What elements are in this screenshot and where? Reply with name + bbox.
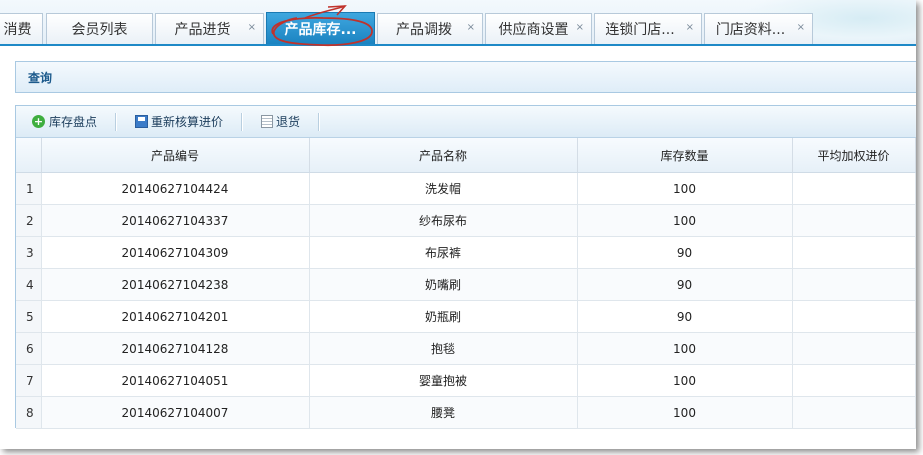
- cell-product-code: 20140627104051: [41, 364, 310, 397]
- tab-supplier-settings[interactable]: 供应商设置 ×: [485, 13, 592, 44]
- table-row[interactable]: 5 20140627104201 奶瓶刷 90: [16, 300, 916, 333]
- cell-product-code: 20140627104007: [41, 396, 310, 429]
- cell-avg-price: [792, 204, 916, 237]
- grid-toolbar: + 库存盘点 重新核算进价 退货: [16, 106, 916, 138]
- close-icon[interactable]: ×: [576, 22, 584, 33]
- toolbar-separator: [241, 112, 244, 131]
- column-header-avg-price[interactable]: 平均加权进价: [792, 138, 916, 173]
- inventory-table: 产品编号 产品名称 库存数量 平均加权进价 1 20140627104424 洗发帽…: [16, 138, 916, 429]
- cell-product-name: 洗发帽: [309, 172, 578, 205]
- cell-product-name: 纱布尿布: [309, 204, 578, 237]
- tab-strip-underline: [0, 44, 916, 46]
- cell-avg-price: [792, 172, 916, 205]
- cell-product-name: 抱毯: [309, 332, 578, 365]
- recalculate-price-label: 重新核算进价: [151, 115, 224, 129]
- cell-avg-price: [792, 300, 916, 333]
- tab-chain-stores[interactable]: 连锁门店... ×: [594, 13, 702, 44]
- tab-label: 产品调拨: [396, 22, 452, 38]
- close-icon[interactable]: ×: [467, 22, 475, 33]
- tab-label: 产品进货: [174, 22, 231, 38]
- table-row[interactable]: 2 20140627104337 纱布尿布 100: [16, 204, 916, 237]
- cell-product-code: 20140627104337: [41, 204, 310, 237]
- toolbar-separator: [115, 112, 118, 131]
- tab-label: 供应商设置: [498, 22, 569, 38]
- recalculate-price-button[interactable]: 重新核算进价: [131, 111, 227, 133]
- app-window: 消费 会员列表 产品进货 × 产品库存... 产品调拨 × 供应商设置 × 连锁…: [0, 0, 916, 449]
- cell-avg-price: [792, 332, 916, 365]
- row-number-header: [16, 138, 42, 173]
- row-number: 1: [16, 172, 42, 205]
- tab-label: 连锁门店...: [605, 22, 675, 38]
- close-icon[interactable]: ×: [686, 22, 694, 33]
- add-circle-icon: +: [32, 115, 45, 128]
- cell-stock-qty: 100: [577, 364, 793, 397]
- toolbar-separator: [318, 112, 321, 131]
- row-number: 7: [16, 364, 42, 397]
- tab-product-transfer[interactable]: 产品调拨 ×: [377, 13, 483, 44]
- cell-stock-qty: 90: [577, 268, 793, 301]
- tab-label: 门店资料...: [715, 22, 786, 38]
- cell-product-name: 腰凳: [309, 396, 578, 429]
- inventory-grid: + 库存盘点 重新核算进价 退货 产品编号 产品名称 库存数量 平均加权进价 1…: [15, 105, 916, 429]
- cell-avg-price: [792, 364, 916, 397]
- document-icon: [261, 115, 274, 128]
- cell-product-name: 奶嘴刷: [309, 268, 578, 301]
- cell-avg-price: [792, 268, 916, 301]
- table-row[interactable]: 4 20140627104238 奶嘴刷 90: [16, 268, 916, 301]
- cell-avg-price: [792, 236, 916, 269]
- query-panel-header[interactable]: 查询: [15, 61, 916, 93]
- tab-label: 产品库存...: [284, 22, 357, 38]
- query-title: 查询: [28, 70, 53, 85]
- return-goods-button[interactable]: 退货: [257, 111, 304, 133]
- return-goods-label: 退货: [276, 115, 301, 129]
- tab-label: 会员列表: [71, 22, 128, 38]
- cell-product-name: 婴童抱被: [309, 364, 578, 397]
- row-number: 3: [16, 236, 42, 269]
- save-icon: [135, 115, 149, 128]
- cell-stock-qty: 100: [577, 172, 793, 205]
- cell-stock-qty: 100: [577, 332, 793, 365]
- inventory-check-button[interactable]: + 库存盘点: [28, 111, 101, 133]
- table-header-row: 产品编号 产品名称 库存数量 平均加权进价: [16, 138, 916, 173]
- tab-member-list[interactable]: 会员列表: [46, 13, 153, 44]
- table-row[interactable]: 1 20140627104424 洗发帽 100: [16, 172, 916, 205]
- column-header-product-name[interactable]: 产品名称: [309, 138, 578, 173]
- column-header-stock-qty[interactable]: 库存数量: [577, 138, 793, 173]
- cell-product-name: 布尿裤: [309, 236, 578, 269]
- column-header-product-code[interactable]: 产品编号: [41, 138, 310, 173]
- cell-product-code: 20140627104128: [41, 332, 310, 365]
- tab-product-purchase[interactable]: 产品进货 ×: [155, 13, 264, 44]
- cell-stock-qty: 90: [577, 300, 793, 333]
- tab-strip: 消费 会员列表 产品进货 × 产品库存... 产品调拨 × 供应商设置 × 连锁…: [0, 0, 916, 46]
- tab-consumption[interactable]: 消费: [0, 13, 43, 44]
- row-number: 8: [16, 396, 42, 429]
- cell-avg-price: [792, 396, 916, 429]
- close-icon[interactable]: ×: [248, 22, 256, 33]
- cell-product-code: 20140627104238: [41, 268, 310, 301]
- cell-stock-qty: 100: [577, 204, 793, 237]
- row-number: 2: [16, 204, 42, 237]
- row-number: 4: [16, 268, 42, 301]
- cell-stock-qty: 100: [577, 396, 793, 429]
- tab-product-inventory[interactable]: 产品库存...: [266, 12, 375, 46]
- close-icon[interactable]: ×: [797, 22, 805, 33]
- cell-product-code: 20140627104309: [41, 236, 310, 269]
- table-row[interactable]: 7 20140627104051 婴童抱被 100: [16, 364, 916, 397]
- row-number: 6: [16, 332, 42, 365]
- cell-product-name: 奶瓶刷: [309, 300, 578, 333]
- table-row[interactable]: 6 20140627104128 抱毯 100: [16, 332, 916, 365]
- row-number: 5: [16, 300, 42, 333]
- cell-product-code: 20140627104201: [41, 300, 310, 333]
- tab-label: 消费: [3, 22, 32, 38]
- cell-stock-qty: 90: [577, 236, 793, 269]
- cell-product-code: 20140627104424: [41, 172, 310, 205]
- tab-store-info[interactable]: 门店资料... ×: [704, 13, 813, 44]
- table-row[interactable]: 3 20140627104309 布尿裤 90: [16, 236, 916, 269]
- inventory-check-label: 库存盘点: [49, 115, 98, 129]
- table-row[interactable]: 8 20140627104007 腰凳 100: [16, 396, 916, 429]
